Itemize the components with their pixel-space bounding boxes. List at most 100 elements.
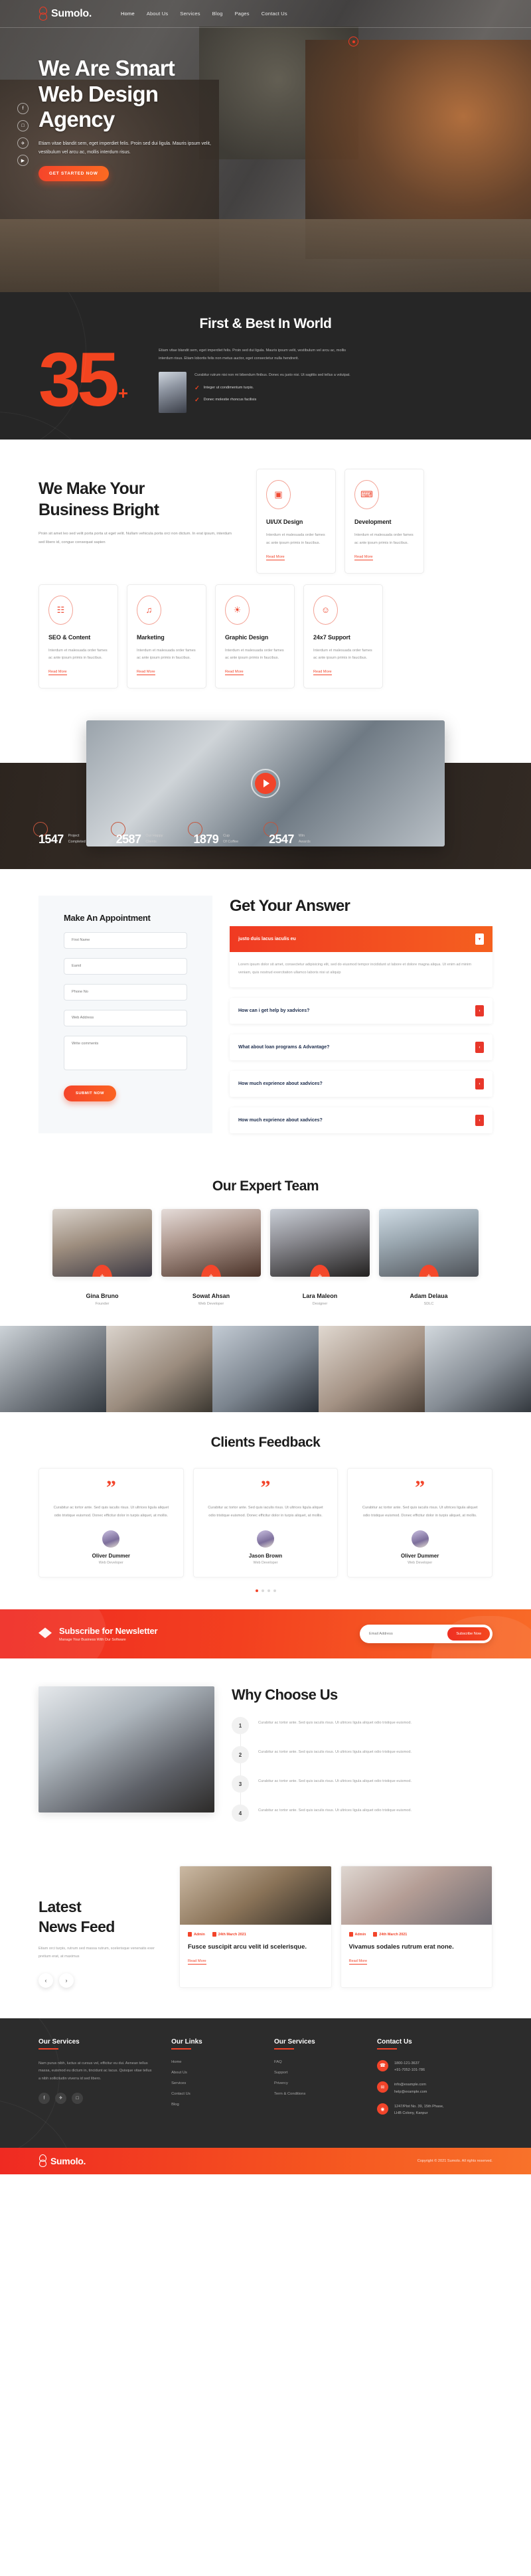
- news-post[interactable]: Admin 24th March 2021 Vivamus sodales ru…: [340, 1866, 493, 1988]
- phone-icon: ☎: [376, 2059, 388, 2071]
- nav-item-contact-us[interactable]: Contact Us: [262, 11, 287, 17]
- footer-link-privacy[interactable]: Privercy: [274, 2081, 360, 2085]
- seo-chart-icon: ☷: [48, 595, 73, 625]
- chevron-right-icon[interactable]: ›: [59, 1972, 74, 1988]
- nav-item-home[interactable]: Home: [121, 11, 135, 17]
- footer-link-blog[interactable]: Blog: [171, 2103, 257, 2107]
- get-started-button[interactable]: GET STARTED NOW: [38, 166, 109, 182]
- news-feed-intro: Latest News Feed Etiam orci turpis, rutr…: [38, 1866, 165, 1988]
- newsletter-email-input[interactable]: [369, 1632, 448, 1637]
- news-feed-paragraph: Etiam orci turpis, rutrum sed massa rutr…: [38, 1947, 155, 1959]
- footer: Our Services Nam purus nibh, luctus at c…: [0, 2018, 531, 2148]
- phone-field[interactable]: [64, 983, 187, 1001]
- email-field[interactable]: [64, 957, 187, 975]
- footer-contact-email: ✉ info@example.com help@example.com: [376, 2081, 493, 2095]
- footer-link-about-us[interactable]: About Us: [171, 2071, 257, 2075]
- play-button-icon[interactable]: [255, 772, 276, 794]
- news-post-meta: Admin 24th March 2021: [348, 1932, 485, 1937]
- mail-icon: ✉: [376, 2081, 388, 2093]
- carousel-dot-active[interactable]: [255, 1589, 258, 1593]
- facebook-icon[interactable]: f: [38, 2092, 50, 2104]
- chevron-left-icon[interactable]: ‹: [475, 1005, 484, 1016]
- subscribe-now-button[interactable]: Subscribe Now: [447, 1627, 490, 1641]
- service-card-uiux[interactable]: ▣ UI/UX Design Interdum et malesuada ord…: [256, 469, 336, 574]
- chevron-down-icon[interactable]: ▾: [475, 933, 484, 945]
- gallery-image: [425, 1326, 531, 1412]
- read-more-link[interactable]: Read More: [48, 670, 67, 675]
- service-card-title: Development: [354, 519, 392, 526]
- nav-item-services[interactable]: Services: [180, 11, 200, 17]
- nav-item-pages[interactable]: Pages: [234, 11, 249, 17]
- footer-links-column: Our Links Home About Us Services Contact…: [171, 2038, 257, 2125]
- carousel-dot[interactable]: [261, 1589, 264, 1593]
- faq-question-row[interactable]: What about loan programs & Advantage? ‹: [230, 1034, 493, 1060]
- hero-paragraph: Etiam vitae blandit sem, eget imperdiet …: [38, 141, 211, 155]
- service-card-seo[interactable]: ☷ SEO & Content Interdum et malesuada or…: [38, 584, 118, 688]
- service-card-support[interactable]: ☺ 24x7 Support Interdum et malesuada ord…: [303, 584, 383, 688]
- brand-logo[interactable]: Sumolo.: [38, 6, 92, 21]
- twitter-icon[interactable]: ✈: [55, 2092, 66, 2104]
- footer-link-terms[interactable]: Term & Conditions: [274, 2092, 360, 2096]
- service-card-graphic-design[interactable]: ☀ Graphic Design Interdum et malesuada o…: [215, 584, 295, 688]
- faq-question-row[interactable]: How much exprience about xadvices? ‹: [230, 1071, 493, 1097]
- why-choose-us-title: Why Choose Us: [232, 1686, 338, 1704]
- services-cards-top: ▣ UI/UX Design Interdum et malesuada ord…: [256, 469, 424, 574]
- chevron-left-icon[interactable]: ‹: [475, 1115, 484, 1126]
- footer-brand[interactable]: Sumolo.: [38, 2154, 86, 2168]
- team-member[interactable]: + Gina Bruno Founder: [52, 1209, 152, 1306]
- team-grid: + Gina Bruno Founder + Sowat Ahsan Web D…: [38, 1209, 493, 1306]
- faq-question-row[interactable]: justo duis lacus iaculis eu ▾: [230, 926, 493, 952]
- read-more-link[interactable]: Read More: [348, 1959, 368, 1965]
- chevron-left-icon[interactable]: ‹: [475, 1042, 484, 1053]
- footer-link-support[interactable]: Support: [274, 2071, 360, 2075]
- service-card-marketing[interactable]: ♫ Marketing Interdum et malesuada order …: [127, 584, 206, 688]
- footer-link-faq[interactable]: FAQ: [274, 2060, 360, 2064]
- plus-icon[interactable]: +: [201, 1265, 221, 1277]
- youtube-icon[interactable]: ▶: [17, 155, 29, 166]
- read-more-link[interactable]: Read More: [188, 1959, 206, 1965]
- carousel-dot[interactable]: [273, 1589, 276, 1593]
- services-paragraph: Proin sit amet leo sed velit porta porta…: [38, 532, 232, 544]
- plus-icon[interactable]: +: [92, 1265, 112, 1277]
- service-card-development[interactable]: ⌨ Development Interdum et malesuada orde…: [344, 469, 424, 574]
- team-member[interactable]: + Sowat Ahsan Web Developer: [161, 1209, 261, 1306]
- news-post[interactable]: Admin 24th March 2021 Fusce suscipit arc…: [179, 1866, 332, 1988]
- instagram-icon[interactable]: □: [17, 120, 29, 131]
- faq-question-row[interactable]: How can i get help by xadvices? ‹: [230, 998, 493, 1024]
- envelope-icon: [38, 1627, 52, 1641]
- carousel-dot[interactable]: [267, 1589, 270, 1593]
- comments-field[interactable]: [64, 1035, 187, 1070]
- team-member[interactable]: + Adam Delaua SDLC: [379, 1209, 479, 1306]
- facebook-icon[interactable]: f: [17, 103, 29, 114]
- why-item-number: 2: [232, 1746, 249, 1764]
- news-post-author: Admin: [194, 1932, 205, 1937]
- nav-item-about-us[interactable]: About Us: [147, 11, 168, 17]
- nav-item-blog[interactable]: Blog: [212, 11, 223, 17]
- chevron-left-icon[interactable]: ‹: [38, 1972, 53, 1988]
- calendar-icon: [373, 1932, 378, 1937]
- read-more-link[interactable]: Read More: [225, 670, 244, 675]
- chevron-left-icon[interactable]: ‹: [475, 1078, 484, 1089]
- read-more-link[interactable]: Read More: [313, 670, 332, 675]
- footer-link-services[interactable]: Services: [171, 2081, 257, 2085]
- plus-icon[interactable]: +: [419, 1265, 439, 1277]
- footer-link-home[interactable]: Home: [171, 2060, 257, 2064]
- stats-sub-paragraph: Curabitur rutrum nisi non mi bibendum fi…: [194, 373, 350, 378]
- newsletter-form: Subscribe Now: [360, 1625, 493, 1644]
- read-more-link[interactable]: Read More: [266, 555, 285, 560]
- nav-links: Home About Us Services Blog Pages Contac…: [121, 11, 287, 17]
- read-more-link[interactable]: Read More: [354, 555, 373, 560]
- testimonial-card: ” Curabitur ac tortor ante. Sed quis iac…: [347, 1468, 493, 1578]
- instagram-icon[interactable]: □: [72, 2092, 83, 2104]
- read-more-link[interactable]: Read More: [137, 670, 155, 675]
- plus-icon[interactable]: +: [310, 1265, 330, 1277]
- submit-now-button[interactable]: SUBMIT NOW: [64, 1085, 116, 1101]
- team-member[interactable]: + Lara Maleon Designer: [270, 1209, 370, 1306]
- testimonial-name: Jason Brown: [248, 1553, 283, 1560]
- first-name-field[interactable]: [64, 931, 187, 949]
- twitter-icon[interactable]: ✈: [17, 137, 29, 149]
- website-field[interactable]: [64, 1009, 187, 1026]
- faq-question-row[interactable]: How much exprience about xadvices? ‹: [230, 1107, 493, 1133]
- play-ring: [251, 768, 280, 798]
- footer-link-contact-us[interactable]: Contact Us: [171, 2092, 257, 2096]
